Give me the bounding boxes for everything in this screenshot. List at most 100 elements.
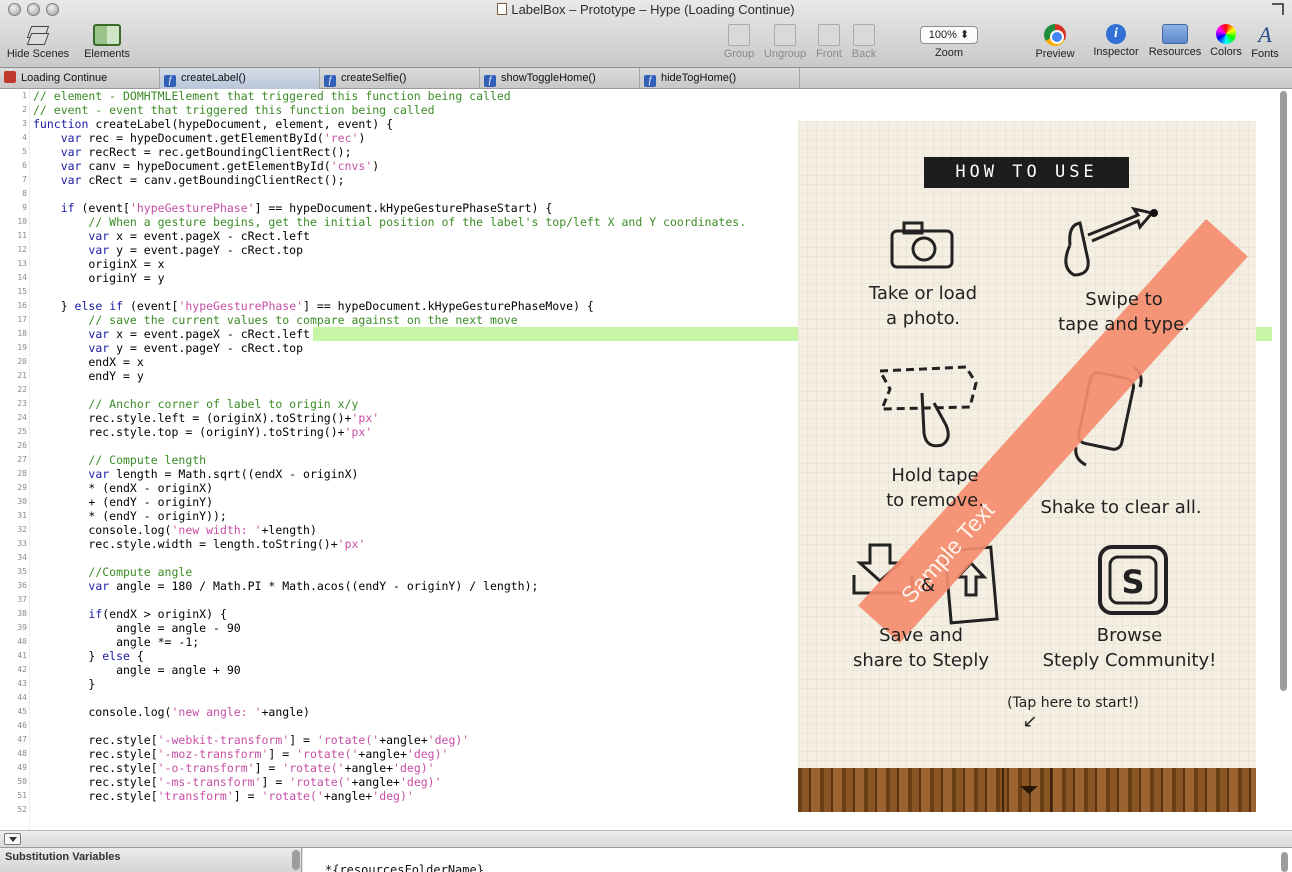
resources-label: Resources (1148, 46, 1202, 58)
colors-label: Colors (1210, 46, 1242, 58)
line-number: 9 (22, 203, 27, 212)
line-number: 2 (22, 105, 27, 114)
function-icon: f (644, 75, 656, 87)
browse-text: Browse Steply Community! (1042, 623, 1217, 673)
resources-button[interactable]: Resources (1148, 24, 1202, 58)
line-number: 49 (17, 763, 27, 772)
code-text: + (endY - originY) (33, 495, 214, 509)
line-number: 26 (17, 441, 27, 450)
take-photo-line1: Take or load (868, 283, 978, 304)
hold-text: Hold tape to remove. (870, 463, 1000, 513)
substitution-variable-row[interactable]: *{resourcesFolderName} (303, 848, 1292, 872)
substitution-list-scrollbar[interactable] (292, 850, 300, 870)
tab-hide-tog-home[interactable]: f hideTogHome() (640, 68, 800, 89)
bring-front-icon (818, 24, 840, 46)
code-text: rec.style.top = (originY).toString()+'px… (33, 425, 373, 439)
info-icon: i (1106, 24, 1126, 44)
fullscreen-icon[interactable] (1272, 3, 1284, 15)
wood-footer (798, 768, 1256, 812)
ungroup-label: Ungroup (763, 48, 807, 60)
front-button[interactable]: Front (814, 24, 844, 60)
line-number: 36 (17, 581, 27, 590)
line-number: 46 (17, 721, 27, 730)
disclosure-toggle-button[interactable] (4, 833, 21, 845)
code-text: angle = angle + 90 (33, 663, 241, 677)
line-number: 5 (22, 147, 27, 156)
elements-button[interactable]: Elements (82, 24, 132, 60)
down-arrow-icon[interactable] (1020, 786, 1038, 794)
line-number: 47 (17, 735, 27, 744)
tab-create-label[interactable]: f createLabel() (160, 68, 320, 89)
svg-text:S: S (1121, 563, 1144, 601)
function-icon: f (484, 75, 496, 87)
elements-label: Elements (84, 48, 130, 60)
code-text: console.log('new angle: '+angle) (33, 705, 310, 719)
inspector-label: Inspector (1093, 46, 1139, 58)
code-line[interactable]: 1 // element - DOMHTMLElement that trigge… (0, 89, 1272, 103)
line-number: 18 (17, 329, 27, 338)
tab-show-toggle-home[interactable]: f showToggleHome() (480, 68, 640, 89)
scenes-icon (27, 24, 49, 46)
code-text: originY = y (33, 271, 165, 285)
line-number: 25 (17, 427, 27, 436)
line-number: 1 (22, 91, 27, 100)
tab-label: showToggleHome() (501, 72, 596, 84)
editor-scrollbar[interactable] (1278, 91, 1289, 826)
line-number: 34 (17, 553, 27, 562)
colors-button[interactable]: Colors (1208, 24, 1244, 58)
line-number: 22 (17, 385, 27, 394)
line-number: 33 (17, 539, 27, 548)
fonts-button[interactable]: A Fonts (1250, 22, 1280, 61)
tab-create-selfie[interactable]: f createSelfie() (320, 68, 480, 89)
code-text: var rec = hypeDocument.getElementById('r… (60, 131, 366, 145)
hold-line1: Hold tape (891, 465, 979, 486)
code-text: // When a gesture begins, get the initia… (88, 215, 747, 229)
code-text: rec.style['-webkit-transform'] = 'rotate… (33, 733, 470, 747)
window-title-wrap: LabelBox – Prototype – Hype (Loading Con… (0, 2, 1292, 17)
swipe-line2: tape and type. (1058, 314, 1190, 335)
back-button[interactable]: Back (850, 24, 878, 60)
line-number: 39 (17, 623, 27, 632)
zoom-select[interactable]: 100% ⬍ (920, 26, 978, 44)
hide-scenes-button[interactable]: Hide Scenes (6, 24, 70, 60)
code-text: } (33, 677, 96, 691)
code-editor[interactable]: 1 // element - DOMHTMLElement that trigge… (0, 89, 1292, 830)
code-text: rec.style['-o-transform'] = 'rotate('+an… (33, 761, 435, 775)
inspector-button[interactable]: i Inspector (1092, 24, 1140, 58)
ampersand-text: & (920, 575, 936, 596)
group-button[interactable]: Group (722, 24, 756, 60)
line-number: 24 (17, 413, 27, 422)
code-text: rec.style['-moz-transform'] = 'rotate('+… (33, 747, 449, 761)
substitution-detail-scrollbar[interactable] (1281, 852, 1288, 872)
code-text: var length = Math.sqrt((endX - originX) (88, 467, 359, 481)
line-number: 29 (17, 483, 27, 492)
code-text: rec.style['transform'] = 'rotate('+angle… (33, 789, 414, 803)
tab-label: createSelfie() (341, 72, 407, 84)
preview-label: Preview (1035, 48, 1075, 60)
group-label: Group (723, 48, 755, 60)
line-number: 11 (17, 231, 27, 240)
line-number: 16 (17, 301, 27, 310)
color-wheel-icon (1216, 24, 1236, 44)
code-text: rec.style.width = length.toString()+'px' (33, 537, 366, 551)
editor-scroll-thumb[interactable] (1280, 91, 1287, 691)
line-number: 41 (17, 651, 27, 660)
preview-button[interactable]: Preview (1034, 24, 1076, 60)
take-photo-line2: a photo. (885, 308, 961, 329)
line-number: 50 (17, 777, 27, 786)
code-text: var angle = 180 / Math.PI * Math.acos((e… (88, 579, 539, 593)
zoom-value: 100% (928, 29, 957, 41)
font-icon: A (1258, 22, 1272, 47)
tab-loading-continue[interactable]: Loading Continue (0, 68, 160, 89)
code-text: originX = x (33, 257, 165, 271)
line-number: 28 (17, 469, 27, 478)
line-number: 43 (17, 679, 27, 688)
line-number: 31 (17, 511, 27, 520)
shake-text: Shake to clear all. (1040, 497, 1202, 518)
save-line1: Save and (879, 625, 963, 646)
preview-image: HOW TO USE S Sample Text Take or load a … (798, 121, 1256, 812)
code-line[interactable]: 2 // event - event that triggered this fu… (0, 103, 1272, 117)
line-number: 3 (22, 119, 27, 128)
swipe-hand-icon (1064, 206, 1158, 277)
ungroup-button[interactable]: Ungroup (762, 24, 808, 60)
